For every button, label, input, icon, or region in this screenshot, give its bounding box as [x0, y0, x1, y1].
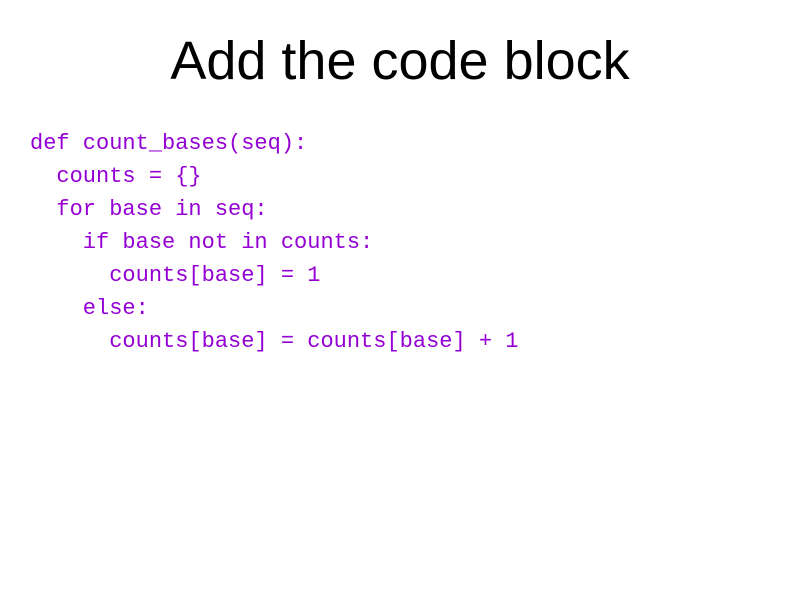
slide-title: Add the code block [20, 30, 780, 92]
slide-container: Add the code block def count_bases(seq):… [0, 0, 800, 600]
code-block: def count_bases(seq): counts = {} for ba… [20, 127, 780, 358]
